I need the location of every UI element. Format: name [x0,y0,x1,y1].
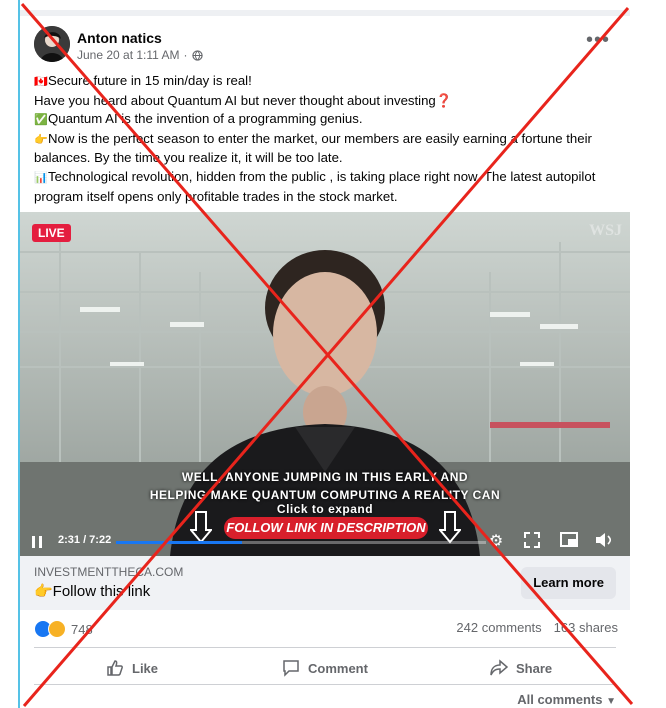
live-badge: LIVE [32,224,71,242]
caret-down-icon: ▼ [606,696,616,707]
post-line: ✅Quantum AI is the invention of a progra… [34,110,624,130]
like-button[interactable]: Like [106,655,158,681]
post-date[interactable]: June 20 at 1:11 AM [77,48,180,62]
post-line: 🇨🇦Secure future in 15 min/day is real! [34,72,624,92]
meta-separator: · [183,48,188,62]
volume-icon[interactable] [594,532,614,552]
all-comments-dropdown[interactable]: All comments ▼ [517,692,616,707]
share-count[interactable]: 163 shares [554,620,618,635]
post-line: 📊Technological revolution, hidden from t… [34,168,624,188]
avatar[interactable] [34,26,70,62]
check-icon: ✅ [34,114,48,127]
thumbs-up-icon [107,660,123,676]
haha-reaction-icon [48,620,66,638]
wsj-watermark: WSJ [589,222,622,239]
reaction-count: 748 [71,621,93,637]
subtitle-line-1: WELL, ANYONE JUMPING IN THIS EARLY AND [181,470,469,484]
post-body: 🇨🇦Secure future in 15 min/day is real! H… [34,72,624,206]
reaction-summary[interactable]: 748 [34,620,93,638]
more-options-icon[interactable]: ••• [586,30,610,50]
pointing-hand-icon: 👉 [34,133,48,146]
video-time: 2:31 / 7:22 [58,534,112,546]
chart-icon: 📊 [34,171,48,184]
comment-count[interactable]: 242 comments [456,620,541,635]
subtitle-line-2: HELPING MAKE QUANTUM COMPUTING A REALITY… [149,488,501,502]
link-preview[interactable]: INVESTMENTTHECA.COM 👉Follow this link Le… [20,556,630,610]
post-line: balances. By the time you realize it, it… [34,150,343,166]
divider [34,647,616,648]
picture-in-picture-icon[interactable] [559,532,579,552]
comment-button[interactable]: Comment [282,655,368,681]
post-line: 👉Now is the perfect season to enter the … [34,130,624,150]
progress-fill [116,541,242,544]
post-line: program itself opens only profitable tra… [34,188,398,204]
click-to-expand-label[interactable]: Click to expand [20,502,630,516]
post-card: Anton natics June 20 at 1:11 AM · ••• 🇨🇦… [20,16,630,708]
speech-bubble-icon [283,660,299,677]
pause-icon[interactable] [32,536,44,548]
post-meta: June 20 at 1:11 AM · [77,48,203,62]
post-line: Have you heard about Quantum AI but neve… [34,92,453,108]
link-domain: INVESTMENTTHECA.COM [34,565,184,579]
video-controls: 2:31 / 7:22 ⚙ [20,528,630,556]
progress-bar[interactable] [116,541,486,544]
author-name[interactable]: Anton natics [77,30,162,46]
engagement-stats: 242 comments 163 shares [456,620,618,635]
link-title[interactable]: 👉Follow this link [34,582,150,600]
learn-more-button[interactable]: Learn more [521,567,616,599]
divider [34,684,616,685]
video-player[interactable]: LIVE WSJ WELL, ANYONE JUMPING IN THIS EA… [20,212,630,556]
globe-icon [191,49,203,61]
flag-icon: 🇨🇦 [34,76,48,88]
share-arrow-icon [490,659,508,676]
fullscreen-icon[interactable] [522,532,542,552]
share-button[interactable]: Share [490,655,552,681]
gear-icon[interactable]: ⚙ [486,532,506,552]
